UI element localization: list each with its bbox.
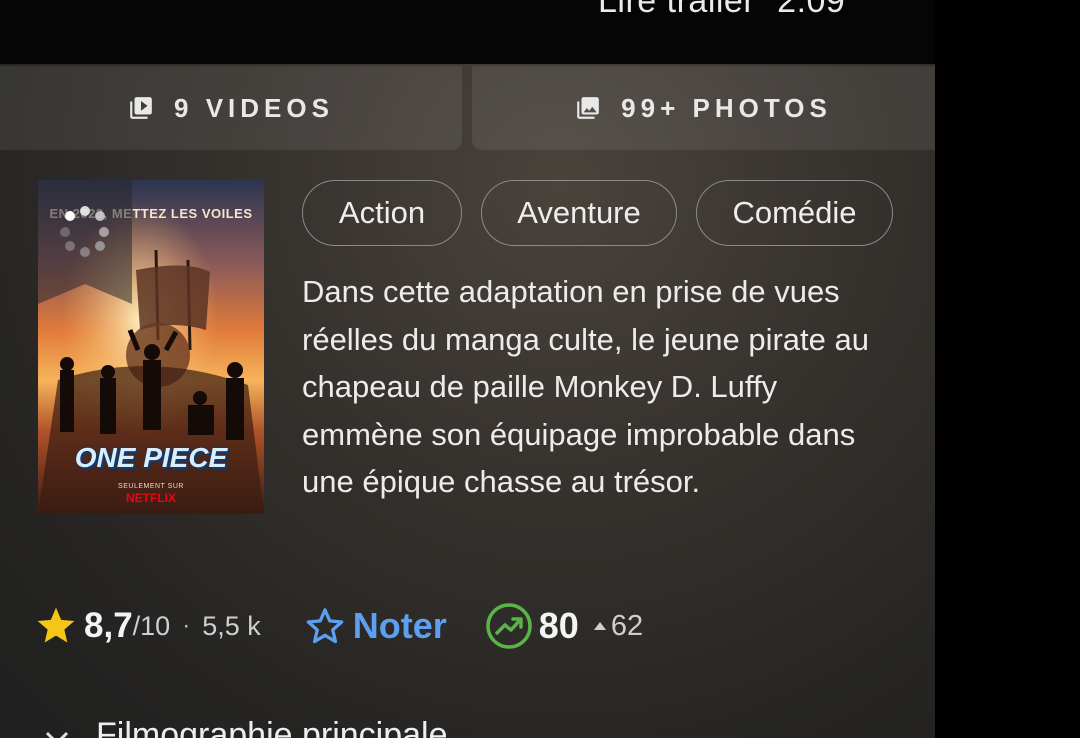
rating-votes: 5,5 k — [202, 610, 261, 641]
star-outline-icon — [306, 608, 344, 644]
bookmark-add-icon[interactable] — [38, 180, 132, 304]
rating-score: 8,7 — [84, 606, 133, 645]
popularity-value: 80 — [538, 605, 579, 646]
trailer-button[interactable]: Lire trailer 2:09 — [598, 0, 845, 21]
rating-out-of: /10 — [132, 610, 171, 641]
chevron-down-icon — [45, 731, 69, 738]
rating-row: 8,7 /10 · 5,5 k Noter 80 62 — [34, 596, 714, 656]
trailer-label: Lire trailer — [598, 0, 756, 20]
popularity-meter[interactable]: 80 62 — [485, 602, 643, 650]
videos-label: 9 VIDEOS — [174, 92, 334, 123]
popularity-delta-value: 62 — [610, 609, 644, 642]
photo-library-icon — [577, 97, 600, 119]
genre-chip-aventure[interactable]: Aventure — [481, 180, 677, 246]
trailer-bar[interactable]: Lire trailer 2:09 — [0, 0, 935, 64]
rate-button[interactable]: Noter — [303, 604, 447, 648]
popularity-delta: 62 — [593, 610, 643, 643]
poster-title: ONE PIECE — [74, 442, 228, 473]
video-library-icon — [130, 97, 152, 119]
genre-chip-comedie[interactable]: Comédie — [696, 180, 893, 246]
plot-summary[interactable]: Dans cette adaptation en prise de vues r… — [302, 268, 902, 506]
title-overview-panel: Lire trailer 2:09 9 VIDEOS 99+ PHOTOS EN… — [0, 0, 935, 738]
rate-label: Noter — [352, 605, 447, 646]
genre-chip-action[interactable]: Action — [302, 180, 462, 246]
videos-button[interactable]: 9 VIDEOS — [0, 66, 462, 150]
rating-separator: · — [182, 612, 191, 639]
filmography-section-header[interactable]: Filmographie principale — [96, 716, 448, 738]
caret-up-icon — [593, 622, 606, 630]
star-icon — [37, 607, 75, 643]
photos-button[interactable]: 99+ PHOTOS — [472, 66, 935, 150]
poster-sub: SEULEMENT SUR — [118, 483, 184, 490]
poster-netflix-logo: NETFLIX — [126, 491, 176, 505]
trailer-duration: 2:09 — [777, 0, 846, 20]
trending-up-icon — [486, 603, 532, 649]
photos-label: 99+ PHOTOS — [621, 92, 832, 123]
